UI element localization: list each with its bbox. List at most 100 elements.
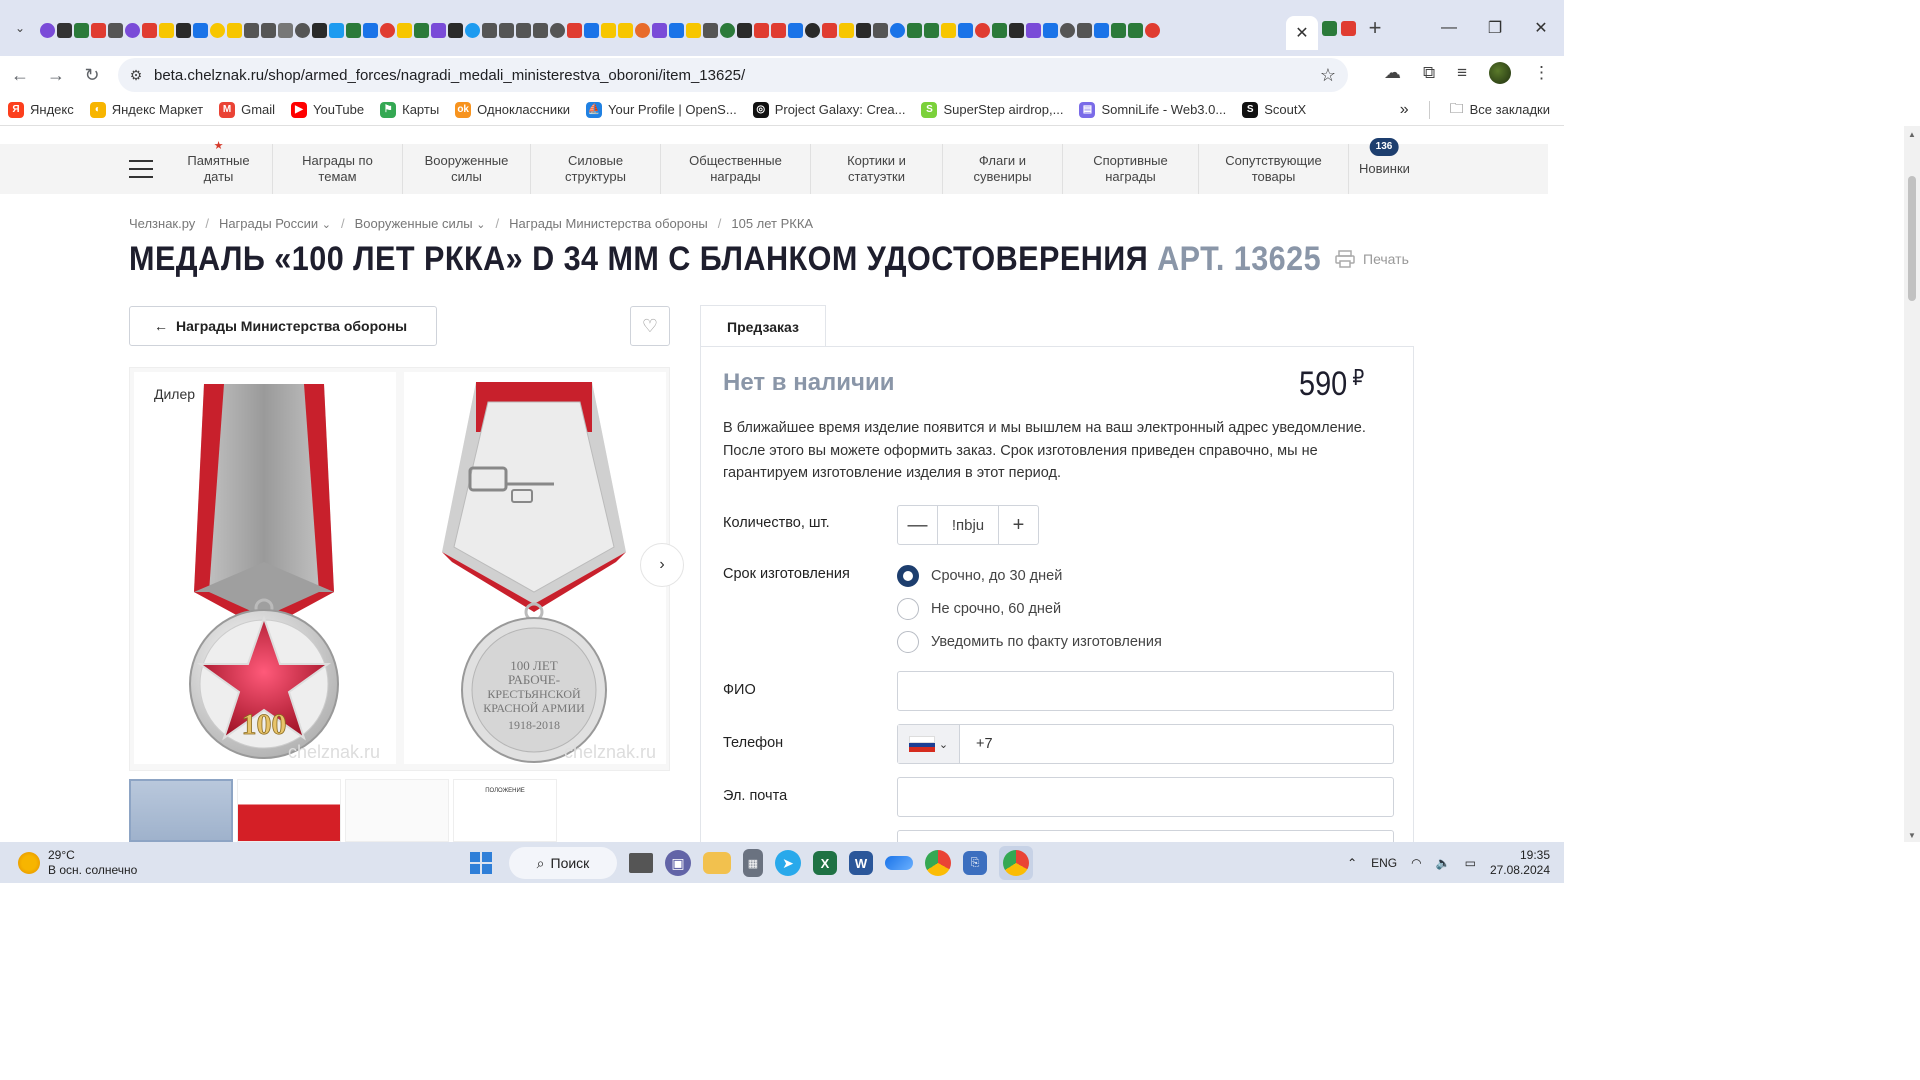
tab-favicon[interactable] (363, 22, 378, 38)
tab-favicon[interactable] (431, 22, 446, 38)
tab-favicon[interactable] (40, 22, 55, 38)
bookmark-maps[interactable]: ⚑ Карты (380, 101, 439, 118)
address-bar[interactable]: ⚙ beta.chelznak.ru/shop/armed_forces/nag… (118, 58, 1348, 92)
tab-favicon[interactable] (1043, 22, 1058, 38)
radio-button[interactable] (897, 565, 919, 587)
tab-favicon[interactable] (193, 22, 208, 38)
bookmark-opensea[interactable]: ⛵ Your Profile | OpenS... (586, 101, 737, 118)
thumbnail-3[interactable] (345, 779, 449, 842)
bookmark-star-icon[interactable]: ☆ (1308, 65, 1348, 86)
tab-favicon[interactable] (992, 22, 1007, 38)
task-view-icon[interactable] (629, 853, 653, 873)
menu-item-daggers-figurines[interactable]: Кортики и статуэтки (811, 144, 943, 194)
tab-favicon[interactable] (244, 22, 259, 38)
extensions-puzzle-icon[interactable]: ⧉ (1423, 63, 1435, 83)
tab-favicon[interactable] (414, 22, 429, 38)
tab-favicon[interactable] (227, 22, 242, 38)
thumbnail-4[interactable]: ПОЛОЖЕНИЕ (453, 779, 557, 842)
menu-item-armed-forces[interactable]: Вооруженные силы (403, 144, 531, 194)
gallery-next-button[interactable]: › (640, 543, 684, 587)
tab-favicon[interactable] (839, 22, 854, 38)
teams-icon[interactable]: ▣ (665, 850, 691, 876)
tab-favicon[interactable] (890, 22, 905, 38)
breadcrumb-item[interactable]: 105 лет РККА (731, 216, 813, 231)
tab-favicon[interactable] (499, 22, 514, 38)
tab-favicon[interactable] (482, 22, 497, 38)
tab-favicon[interactable] (822, 22, 837, 38)
weather-widget[interactable]: 29°C В осн. солнечно (18, 848, 137, 878)
thumbnail-2[interactable] (237, 779, 341, 842)
tab-favicon[interactable] (720, 22, 735, 38)
tab-favicon[interactable] (1111, 22, 1126, 38)
name-input[interactable] (897, 671, 1394, 711)
bookmark-somnilife[interactable]: ▤ SomniLife - Web3.0... (1079, 101, 1226, 118)
tab-favicon[interactable] (703, 22, 718, 38)
volume-icon[interactable]: 🔈 (1436, 856, 1451, 870)
tab-favicon[interactable] (465, 22, 480, 38)
bookmark-scoutx[interactable]: S ScoutX (1242, 101, 1306, 118)
tab-favicon[interactable] (346, 22, 361, 38)
url-text[interactable]: beta.chelznak.ru/shop/armed_forces/nagra… (154, 67, 1308, 84)
chevron-down-icon[interactable]: ⌄ (476, 219, 485, 231)
tab-favicon[interactable] (618, 22, 633, 38)
tab-favicon[interactable] (856, 22, 871, 38)
telegram-icon[interactable]: ➤ (775, 850, 801, 876)
tab-favicon[interactable] (601, 22, 616, 38)
menu-item-new-items[interactable]: 136 Новинки (1349, 138, 1419, 194)
tab-favicon[interactable] (907, 22, 922, 38)
tab-favicon[interactable] (312, 22, 327, 38)
bookmark-superstep[interactable]: S SuperStep airdrop,... (921, 101, 1063, 118)
more-bookmarks-icon[interactable]: » (1400, 101, 1409, 119)
tab-favicon[interactable] (1322, 20, 1337, 36)
minimize-icon[interactable]: — (1426, 8, 1472, 48)
tab-favicon[interactable] (295, 22, 310, 38)
tab-favicon[interactable] (1060, 22, 1075, 38)
profile-avatar[interactable] (1489, 62, 1511, 84)
tab-favicon[interactable] (669, 22, 684, 38)
tab-favicon[interactable] (329, 22, 344, 38)
chevron-down-icon[interactable]: ⌄ (322, 219, 331, 231)
breadcrumb-item[interactable]: Вооруженные силы ⌄ (355, 216, 486, 231)
tab-favicon[interactable] (74, 22, 89, 38)
hamburger-menu-icon[interactable] (129, 160, 153, 178)
tab-favicon[interactable] (397, 22, 412, 38)
tab-favicon[interactable] (125, 22, 140, 38)
quantity-input[interactable]: !пbju (937, 506, 999, 544)
bookmark-galaxy[interactable]: ◎ Project Galaxy: Crea... (752, 101, 905, 118)
excel-icon[interactable]: X (813, 851, 837, 875)
menu-item-security-structures[interactable]: Силовые структуры (531, 144, 661, 194)
network-app-icon[interactable]: ⎘ (963, 851, 987, 875)
bookmark-yandex[interactable]: Я Яндекс (8, 101, 74, 118)
tab-favicon[interactable] (737, 22, 752, 38)
chrome-active-icon[interactable] (999, 846, 1033, 880)
tab-favicon[interactable] (584, 22, 599, 38)
tab-favicon[interactable] (788, 22, 803, 38)
bookmark-gmail[interactable]: M Gmail (219, 101, 275, 118)
close-tab-icon[interactable]: ✕ (1295, 23, 1308, 43)
tab-search-chevron-icon[interactable]: ⌄ (4, 12, 36, 44)
breadcrumb-item[interactable]: Челзнак.ру (129, 216, 195, 231)
pinned-tabs-strip[interactable] (36, 13, 1286, 47)
plus-icon[interactable]: + (999, 506, 1038, 544)
minus-icon[interactable]: — (898, 506, 937, 544)
tab-favicon[interactable] (448, 22, 463, 38)
taskbar-search[interactable]: ⌕ Поиск (509, 847, 617, 879)
tray-chevron-up-icon[interactable]: ⌃ (1347, 856, 1357, 870)
wifi-icon[interactable]: ◠ (1411, 856, 1421, 870)
tab-favicon[interactable] (278, 22, 293, 38)
tab-favicon[interactable] (210, 22, 225, 38)
tab-favicon[interactable] (567, 22, 582, 38)
tab-favicon[interactable] (142, 22, 157, 38)
menu-kebab-icon[interactable]: ⋮ (1533, 63, 1550, 83)
active-tab[interactable]: ✕ (1286, 16, 1318, 50)
term-option[interactable]: Уведомить по факту изготовления (897, 631, 1162, 653)
word-icon[interactable]: W (849, 851, 873, 875)
new-tab-button[interactable]: + (1360, 15, 1390, 41)
bookmark-ok[interactable]: ok Одноклассники (455, 101, 570, 118)
tab-preorder[interactable]: Предзаказ (700, 305, 826, 347)
tab-favicon[interactable] (57, 22, 72, 38)
term-option[interactable]: Срочно, до 30 дней (897, 565, 1062, 587)
breadcrumb-item[interactable]: Награды Министерства обороны (509, 216, 708, 231)
back-to-category-button[interactable]: ← Награды Министерства обороны (129, 306, 437, 346)
media-control-icon[interactable]: ≡ (1457, 63, 1467, 83)
